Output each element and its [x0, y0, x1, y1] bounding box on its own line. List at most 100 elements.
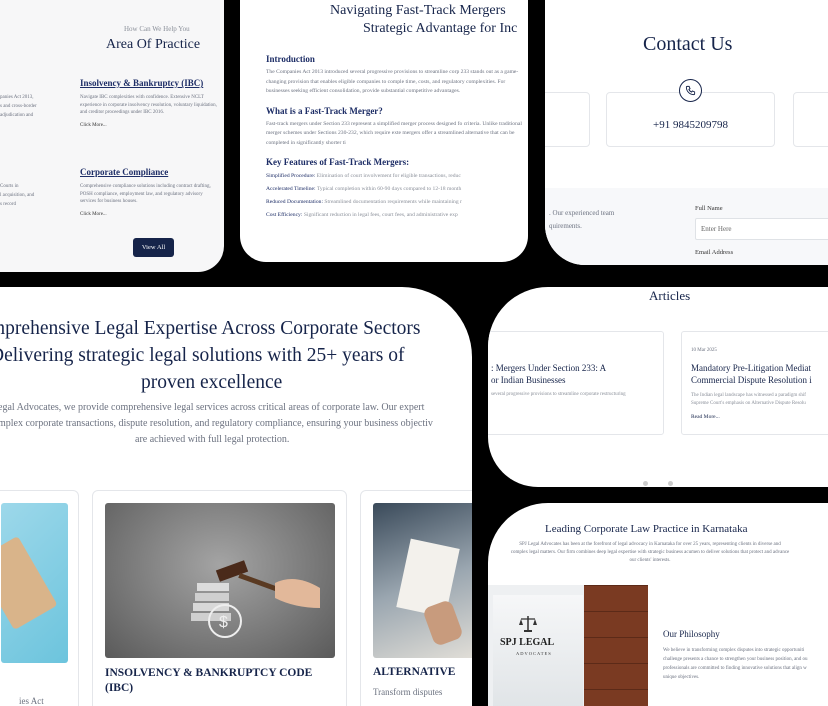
full-name-label: Full Name — [695, 205, 723, 212]
email-label: Email Address — [695, 249, 734, 256]
feature-row: Accelerated Timeline: Typical completion… — [266, 186, 528, 192]
snippet-line: s and cross-border — [0, 104, 37, 109]
snippet-line: l acquisition, and — [0, 193, 35, 198]
philosophy-line: professionals are committed to finding i… — [663, 666, 807, 671]
feature-label: Reduced Documentation: — [266, 199, 324, 205]
practice-title: Area Of Practice — [106, 37, 201, 52]
practice-item-title: Insolvency & Bankruptcy (IBC) — [80, 78, 204, 88]
title-line: or Indian Businesses — [491, 375, 566, 385]
card-title: INSOLVENCY & BANKRUPTCY CODE (IBC) — [105, 667, 313, 694]
documents-image — [373, 503, 472, 658]
practice-item-ibc: Insolvency & Bankruptcy (IBC) Navigate I… — [80, 78, 220, 128]
about-paragraph: SPJ Legal Advocates has been at the fore… — [510, 542, 790, 563]
scales-icon — [518, 615, 538, 633]
gavel-coins-illustration: $ — [191, 560, 320, 638]
full-name-field[interactable]: Enter Here — [695, 218, 828, 240]
feature-text: Typical completion within 60-90 days com… — [316, 186, 462, 192]
title-line: Commercial Dispute Resolution i — [691, 375, 812, 385]
contact-card-right — [793, 92, 828, 147]
practice-eyebrow: How Can We Help You — [124, 25, 190, 33]
click-more-link[interactable]: Click More... — [80, 212, 220, 217]
left-snippet: panies Act 2013, s and cross-border adju… — [0, 93, 37, 120]
full-name-placeholder: Enter Here — [701, 225, 732, 233]
wood-panel — [584, 585, 648, 706]
philosophy-line: unique objectives. — [663, 675, 700, 680]
feature-row: Reduced Documentation: Streamlined docum… — [266, 199, 528, 205]
excerpt-line: The Indian legal landscape has witnessed… — [691, 393, 806, 398]
service-card-left[interactable]: ies Act — [0, 490, 79, 706]
article-card[interactable]: : Mergers Under Section 233: A or Indian… — [488, 331, 664, 435]
section-heading: Introduction — [266, 54, 315, 64]
article-panel: Navigating Fast-Track Mergers Strategic … — [240, 0, 528, 262]
hero-line: mprehensive Legal Expertise Across Corpo… — [0, 318, 421, 339]
contact-title: Contact Us — [643, 33, 733, 55]
hero-line: Delivering strategic legal solutions wit… — [0, 345, 405, 366]
about-panel: Leading Corporate Law Practice in Karnat… — [488, 503, 828, 706]
card-title: ALTERNATIVE — [373, 666, 456, 678]
service-card-ibc[interactable]: $ INSOLVENCY & BANKRUPTCY CODE (IBC) — [92, 490, 347, 706]
article-card-title: : Mergers Under Section 233: A or Indian… — [491, 362, 606, 386]
sign-name: SPJ LEGAL — [500, 637, 555, 648]
article-title-line2: Strategic Advantage for Inc — [363, 21, 518, 36]
feature-row: Simplified Procedure: Elimination of cou… — [266, 173, 528, 179]
article-card[interactable]: 10 Mar 2025 Mandatory Pre-Litigation Med… — [681, 331, 828, 435]
service-card-adr[interactable]: ALTERNATIVE Transform disputes — [360, 490, 472, 706]
card-caption: ies Act — [19, 696, 44, 706]
snippet-line: Courts in — [0, 184, 19, 189]
about-title: Leading Corporate Law Practice in Karnat… — [545, 523, 748, 535]
read-more-link[interactable]: Read More... — [691, 414, 720, 420]
features-heading: Key Features of Fast-Track Mergers: — [266, 157, 410, 167]
article-body: Introduction The Companies Act 2013 intr… — [266, 54, 528, 218]
section-body: Fast-track mergers under Section 233 rep… — [266, 120, 522, 146]
sign-sub: ADVOCATES — [516, 651, 552, 656]
article-title-line1: Navigating Fast-Track Mergers — [330, 3, 506, 18]
philosophy-line: We believe in transforming complex dispu… — [663, 648, 805, 653]
left-snippet: Courts in l acquisition, and s record — [0, 182, 34, 209]
title-line: Mandatory Pre-Litigation Mediat — [691, 363, 811, 373]
feature-row: Cost Efficiency: Significant reduction i… — [266, 212, 528, 218]
article-card-excerpt: The Indian legal landscape has witnessed… — [691, 392, 806, 408]
articles-panel: Articles : Mergers Under Section 233: A … — [488, 287, 828, 487]
dot[interactable] — [668, 481, 673, 486]
snippet-line: s record — [0, 202, 16, 207]
puzzle-piece — [1, 535, 58, 631]
phone-icon — [679, 79, 702, 102]
intro-line: . Our experienced team — [549, 209, 615, 217]
contact-intro: . Our experienced team quirements. — [549, 207, 614, 233]
feature-label: Accelerated Timeline: — [266, 186, 316, 192]
practice-item-desc: Comprehensive compliance solutions inclu… — [80, 184, 211, 204]
carousel-dots[interactable] — [643, 481, 673, 486]
click-more-link[interactable]: Click More... — [80, 123, 220, 128]
practice-item-compliance: Corporate Compliance Comprehensive compl… — [80, 167, 220, 217]
practice-item-title: Corporate Compliance — [80, 167, 169, 177]
office-sign-image: SPJ LEGAL ADVOCATES — [488, 585, 648, 706]
feature-text: Significant reduction in legal fees, cou… — [303, 212, 458, 218]
contact-card-left — [545, 92, 590, 147]
excerpt-line: Supreme Court's emphasis on Alternative … — [691, 401, 806, 406]
hero-heading: mprehensive Legal Expertise Across Corpo… — [0, 315, 472, 396]
para-line: egal Advocates, we provide comprehensive… — [0, 402, 425, 413]
article-card-excerpt: several progressive provisions to stream… — [491, 392, 626, 397]
philosophy-title: Our Philosophy — [663, 629, 720, 639]
contact-panel: Contact Us +91 9845209798 . Our experien… — [545, 0, 828, 265]
view-all-button[interactable]: View All — [133, 238, 174, 257]
article-card-title: Mandatory Pre-Litigation Mediat Commerci… — [691, 362, 812, 386]
gavel-image: $ — [105, 503, 335, 658]
section-body: The Companies Act 2013 introduced severa… — [266, 69, 519, 94]
hero-line: proven excellence — [141, 372, 283, 393]
feature-text: Streamlined documentation requirements w… — [324, 199, 462, 205]
intro-line: quirements. — [549, 222, 582, 230]
dot[interactable] — [643, 481, 648, 486]
article-date: 10 Mar 2025 — [691, 348, 717, 353]
feature-text: Elimination of court involvement for eli… — [316, 173, 461, 179]
puzzle-image — [1, 503, 68, 663]
para-line: are achieved with full legal protection. — [135, 434, 290, 445]
title-line: : Mergers Under Section 233: A — [491, 363, 607, 373]
hero-paragraph: egal Advocates, we provide comprehensive… — [0, 400, 472, 448]
snippet-line: panies Act 2013, — [0, 95, 34, 100]
para-line: mplex corporate transactions, dispute re… — [0, 418, 433, 429]
articles-title: Articles — [649, 288, 691, 303]
card-desc: Transform disputes — [373, 687, 443, 697]
phone-number: +91 9845209798 — [653, 119, 728, 131]
feature-label: Cost Efficiency: — [266, 212, 303, 218]
